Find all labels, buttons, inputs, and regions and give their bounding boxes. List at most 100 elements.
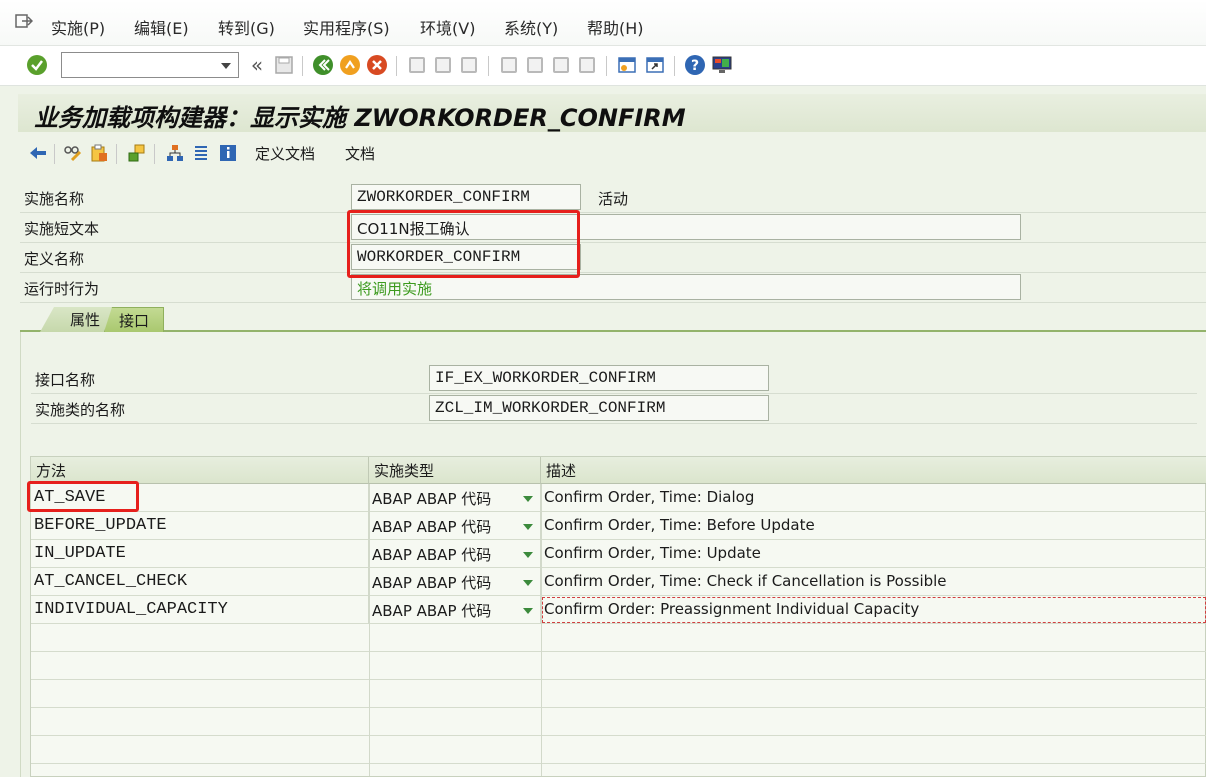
column-header-method[interactable]: 方法: [31, 457, 369, 484]
display-change-button[interactable]: [62, 142, 84, 164]
chevron-down-icon[interactable]: [523, 580, 533, 586]
hierarchy-button[interactable]: [164, 142, 186, 164]
impl-type-cell[interactable]: ABAP ABAP 代码: [369, 540, 541, 568]
save-button[interactable]: [273, 54, 295, 76]
method-cell[interactable]: INDIVIDUAL_CAPACITY: [31, 596, 369, 624]
impl-type-cell[interactable]: ABAP ABAP 代码: [369, 512, 541, 540]
align-button[interactable]: [190, 142, 212, 164]
info-button[interactable]: [217, 142, 239, 164]
cancel-button[interactable]: [366, 54, 388, 76]
standard-toolbar: « ?: [0, 46, 1206, 86]
previous-page-button[interactable]: [524, 54, 546, 76]
other-object-button[interactable]: [88, 142, 110, 164]
doc-button[interactable]: 文档: [345, 143, 375, 164]
impl-name-field[interactable]: ZWORKORDER_CONFIRM: [351, 184, 581, 210]
print-button[interactable]: [406, 54, 428, 76]
collapse-button[interactable]: «: [246, 53, 268, 77]
chevron-down-icon[interactable]: [523, 496, 533, 502]
tab-strip: 属性 接口: [20, 306, 1206, 332]
layout-menu-button[interactable]: [711, 54, 733, 76]
tab-interface[interactable]: 接口: [104, 307, 164, 332]
checkmark-icon: [27, 55, 47, 75]
menu-item-utilities[interactable]: 实用程序(S): [303, 15, 390, 39]
shortcut-icon: [646, 57, 664, 73]
new-session-button[interactable]: [616, 54, 638, 76]
next-page-button[interactable]: [550, 54, 572, 76]
back-icon: [313, 55, 333, 75]
chevron-down-icon[interactable]: [523, 552, 533, 558]
impl-class-field[interactable]: ZCL_IM_WORKORDER_CONFIRM: [429, 395, 769, 421]
table-row[interactable]: INDIVIDUAL_CAPACITY ABAP ABAP 代码 Confirm…: [31, 596, 1206, 624]
column-header-impl-type[interactable]: 实施类型: [369, 457, 541, 484]
short-text-field[interactable]: CO11N报工确认: [351, 214, 1021, 240]
impl-type-cell[interactable]: ABAP ABAP 代码: [369, 568, 541, 596]
definition-name-field[interactable]: WORKORDER_CONFIRM: [351, 244, 581, 270]
help-button[interactable]: ?: [684, 54, 706, 76]
menu-item-implementation[interactable]: 实施(P): [51, 15, 105, 39]
hierarchy-icon: [167, 145, 183, 161]
empty-row: [31, 736, 1206, 764]
find-next-icon: [461, 57, 477, 73]
application-toolbar: 定义文档 文档: [18, 134, 1206, 172]
interface-name-field[interactable]: IF_EX_WORKORDER_CONFIRM: [429, 365, 769, 391]
menu-item-goto[interactable]: 转到(G): [218, 15, 275, 39]
find-next-button[interactable]: [458, 54, 480, 76]
last-page-icon: [579, 57, 595, 73]
runtime-label: 运行时行为: [24, 280, 100, 298]
menu-item-system[interactable]: 系统(Y): [504, 15, 558, 39]
info-icon: [220, 145, 236, 161]
chevron-down-icon[interactable]: [221, 63, 231, 69]
table-row[interactable]: IN_UPDATE ABAP ABAP 代码 Confirm Order, Ti…: [31, 540, 1206, 568]
exit-button[interactable]: [339, 54, 361, 76]
align-icon: [195, 146, 207, 160]
column-divider: [541, 484, 542, 776]
toolbar-separator: [116, 144, 117, 164]
cancel-icon: [367, 55, 387, 75]
command-input[interactable]: [66, 54, 216, 76]
empty-row: [31, 680, 1206, 708]
next-page-icon: [553, 57, 569, 73]
impl-class-row: 实施类的名称 ZCL_IM_WORKORDER_CONFIRM: [31, 394, 1197, 424]
menu-item-environment[interactable]: 环境(V): [420, 15, 475, 39]
table-row[interactable]: AT_SAVE ABAP ABAP 代码 Confirm Order, Time…: [31, 484, 1206, 512]
runtime-row: 运行时行为 将调用实施: [20, 273, 1206, 303]
first-page-button[interactable]: [498, 54, 520, 76]
find-icon: [435, 57, 451, 73]
page-title: 业务加载项构建器：显示实施 ZWORKORDER_CONFIRM: [34, 104, 686, 132]
enter-button[interactable]: [26, 54, 48, 76]
back-arrow-button[interactable]: [27, 142, 49, 164]
chevron-down-icon[interactable]: [523, 524, 533, 530]
method-cell[interactable]: IN_UPDATE: [31, 540, 369, 568]
last-page-button[interactable]: [576, 54, 598, 76]
column-header-description[interactable]: 描述: [541, 457, 1206, 484]
previous-page-icon: [527, 57, 543, 73]
activate-button[interactable]: [126, 142, 148, 164]
menu-exit-icon[interactable]: [15, 13, 33, 29]
command-field[interactable]: [61, 52, 239, 78]
menu-item-help[interactable]: 帮助(H): [587, 15, 644, 39]
menu-item-edit[interactable]: 编辑(E): [134, 15, 189, 39]
back-button[interactable]: [312, 54, 334, 76]
define-doc-button[interactable]: 定义文档: [255, 143, 315, 164]
method-cell[interactable]: BEFORE_UPDATE: [31, 512, 369, 540]
clipboard-icon: [91, 144, 107, 162]
find-button[interactable]: [432, 54, 454, 76]
menu-bar: 实施(P) 编辑(E) 转到(G) 实用程序(S) 环境(V) 系统(Y) 帮助…: [0, 0, 1206, 46]
toolbar-separator: [606, 56, 607, 76]
monitor-icon: [712, 56, 732, 73]
method-cell[interactable]: AT_SAVE: [31, 484, 369, 512]
shortcut-button[interactable]: [644, 54, 666, 76]
impl-type-cell[interactable]: ABAP ABAP 代码: [369, 596, 541, 624]
impl-type-cell[interactable]: ABAP ABAP 代码: [369, 484, 541, 512]
save-icon: [275, 56, 293, 74]
new-session-icon: [618, 57, 636, 73]
glasses-pencil-icon: [64, 146, 82, 162]
definition-name-row: 定义名称 WORKORDER_CONFIRM: [20, 243, 1206, 273]
toolbar-separator: [302, 56, 303, 76]
table-row[interactable]: BEFORE_UPDATE ABAP ABAP 代码 Confirm Order…: [31, 512, 1206, 540]
method-cell[interactable]: AT_CANCEL_CHECK: [31, 568, 369, 596]
impl-name-label: 实施名称: [24, 190, 85, 208]
table-row[interactable]: AT_CANCEL_CHECK ABAP ABAP 代码 Confirm Ord…: [31, 568, 1206, 596]
empty-row: [31, 708, 1206, 736]
chevron-down-icon[interactable]: [523, 608, 533, 614]
